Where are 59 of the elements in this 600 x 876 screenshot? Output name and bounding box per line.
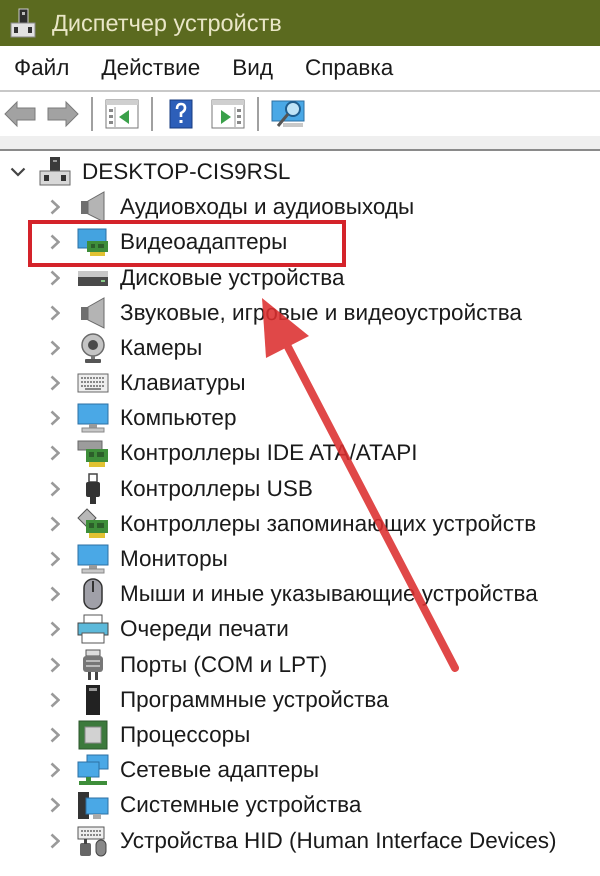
monitor-icon (77, 543, 109, 576)
window-title: Диспетчер устройств (52, 10, 282, 36)
keyboard-joystick-icon (77, 824, 109, 857)
tree-item[interactable]: Системные устройства (77, 789, 362, 822)
chevron-right-icon[interactable] (50, 551, 60, 568)
tree-item[interactable]: Устройства HID (Human Interface Devices) (77, 824, 557, 857)
tree-item[interactable]: DESKTOP-CIS9RSL (39, 156, 290, 188)
chip-icon (77, 718, 109, 751)
chevron-right-icon[interactable] (50, 621, 60, 638)
chevron-right-icon[interactable] (50, 375, 60, 392)
forward-arrow-icon[interactable] (47, 100, 79, 128)
tree-item[interactable]: Сетевые адаптеры (77, 754, 320, 786)
tree-item[interactable]: Контроллеры USB (77, 472, 313, 505)
window-pane-icon[interactable] (105, 99, 139, 129)
chevron-right-icon[interactable] (50, 516, 60, 532)
computer-icon (39, 156, 71, 188)
tree-item[interactable]: Камеры (77, 332, 202, 364)
network-monitors-icon (77, 754, 109, 786)
tree-item[interactable]: Дисковые устройства (77, 262, 344, 294)
menu-item[interactable]: Действие (101, 55, 200, 81)
chevron-right-icon[interactable] (50, 445, 60, 462)
window-pane-icon[interactable] (211, 99, 245, 129)
tree-item[interactable]: Очереди печати (77, 613, 289, 646)
menu-item[interactable]: Вид (232, 55, 273, 81)
tree-item[interactable]: Клавиатуры (77, 367, 246, 400)
tree-item[interactable]: Мыши и иные указывающие устройства (77, 578, 538, 610)
chevron-right-icon[interactable] (50, 199, 60, 216)
chevron-down-icon[interactable] (10, 166, 26, 177)
computer-icon (10, 8, 36, 38)
tree-item[interactable]: Порты (COM и LPT) (77, 648, 328, 681)
chevron-right-icon[interactable] (50, 586, 60, 602)
display-card-icon (77, 226, 109, 258)
chevron-right-icon[interactable] (50, 340, 60, 356)
chevron-right-icon[interactable] (50, 480, 60, 497)
menu-item[interactable]: Справка (304, 55, 394, 81)
menu-item[interactable]: Файл (14, 55, 70, 81)
tree-item[interactable]: Процессоры (77, 718, 250, 751)
chevron-right-icon[interactable] (50, 270, 60, 286)
tree-item[interactable]: Мониторы (77, 543, 228, 576)
chevron-right-icon[interactable] (50, 304, 60, 321)
chevron-right-icon[interactable] (50, 797, 60, 814)
tree-item[interactable]: Программные устройства (77, 684, 389, 716)
tree-item[interactable]: Аудиовходы и аудиовыходы (77, 191, 414, 224)
chevron-right-icon[interactable] (50, 762, 60, 778)
back-arrow-icon[interactable] (4, 100, 36, 128)
tree-item[interactable]: Видеоадаптеры (77, 226, 288, 258)
monitor-icon (77, 402, 109, 434)
chip-card-icon (77, 508, 109, 540)
monitor-search-icon[interactable] (271, 99, 305, 129)
tree-item[interactable]: Компьютер (77, 402, 236, 434)
help-icon[interactable] (169, 99, 193, 129)
chevron-right-icon[interactable] (50, 410, 60, 426)
tower-monitor-icon (77, 789, 109, 822)
chevron-right-icon[interactable] (50, 234, 60, 250)
printer-icon (77, 613, 109, 646)
chevron-right-icon[interactable] (50, 832, 60, 849)
chevron-right-icon[interactable] (50, 656, 60, 673)
chevron-right-icon[interactable] (50, 692, 60, 708)
chevron-right-icon[interactable] (50, 726, 60, 743)
